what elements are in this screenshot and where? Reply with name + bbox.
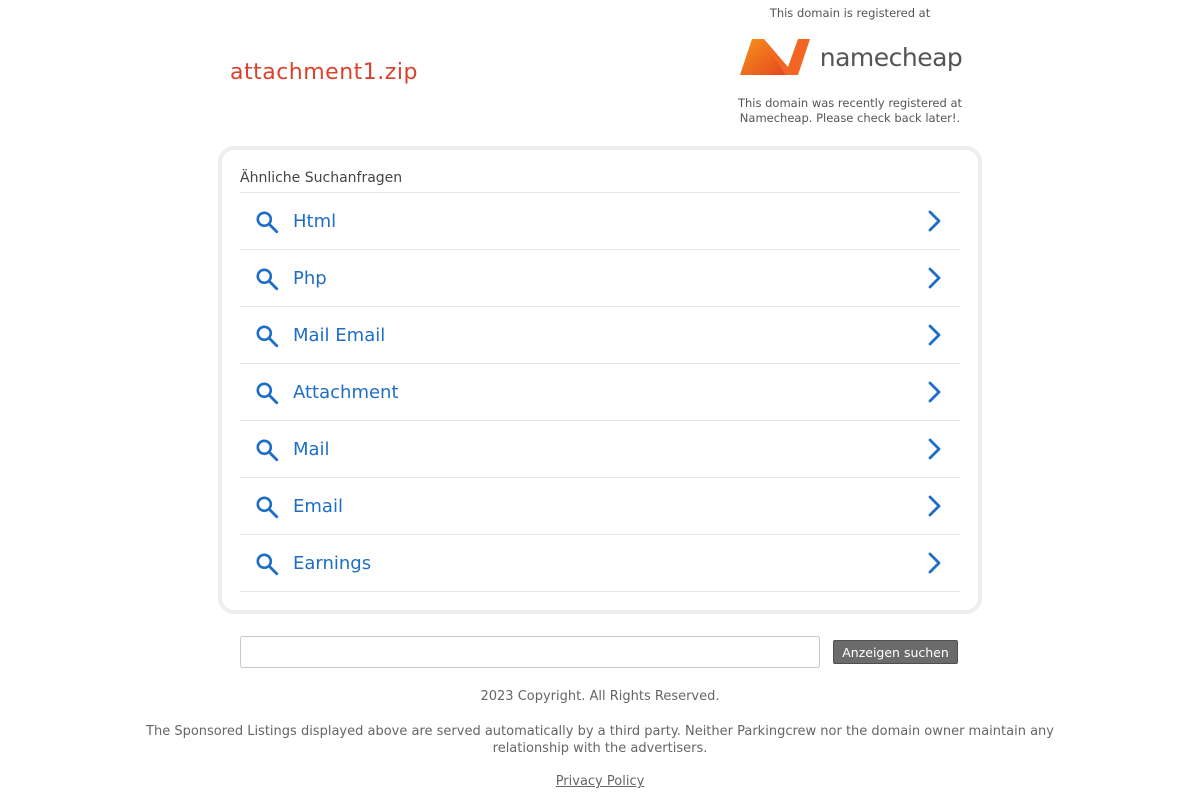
chevron-right-icon: [928, 324, 941, 346]
related-search-label: Mail: [293, 438, 330, 460]
related-search-item[interactable]: Html: [240, 193, 960, 250]
related-search-label: Mail Email: [293, 324, 386, 346]
chevron-right-icon: [928, 210, 941, 232]
privacy-section: Privacy Policy: [0, 774, 1200, 789]
namecheap-logo-icon: [739, 39, 810, 75]
search-icon: [256, 211, 279, 234]
search-ads-button[interactable]: Anzeigen suchen: [833, 640, 958, 664]
search-icon: [256, 268, 279, 291]
privacy-policy-link[interactable]: Privacy Policy: [556, 774, 645, 789]
chevron-right-icon: [928, 552, 941, 574]
search-icon: [256, 553, 279, 576]
search-icon: [256, 382, 279, 405]
search-icon: [256, 439, 279, 462]
chevron-right-icon: [928, 495, 941, 517]
search-input[interactable]: [240, 636, 820, 668]
registrar-block: This domain is registered at namecheap T…: [720, 6, 980, 126]
related-searches-list: Html Php Mail Email Attachment Mail Email Earn…: [240, 192, 960, 592]
chevron-right-icon: [928, 438, 941, 460]
chevron-right-icon: [928, 381, 941, 403]
search-icon: [256, 325, 279, 348]
related-search-item[interactable]: Attachment: [240, 364, 960, 421]
search-icon: [256, 496, 279, 519]
related-search-label: Html: [293, 210, 337, 232]
related-search-item[interactable]: Php: [240, 250, 960, 307]
related-search-item[interactable]: Earnings: [240, 535, 960, 592]
related-search-label: Php: [293, 267, 327, 289]
registrar-bottom-text: This domain was recently registered at N…: [737, 96, 963, 125]
disclaimer-text: The Sponsored Listings displayed above a…: [146, 724, 1054, 756]
related-search-label: Attachment: [293, 381, 399, 403]
related-searches-panel: Ähnliche Suchanfragen Html Php Mail Email A…: [218, 146, 982, 614]
related-search-item[interactable]: Email: [240, 478, 960, 535]
copyright-text: 2023 Copyright. All Rights Reserved.: [480, 689, 720, 704]
domain-title: attachment1.zip: [230, 60, 418, 85]
related-search-item[interactable]: Mail Email: [240, 307, 960, 364]
namecheap-logo[interactable]: namecheap: [720, 26, 980, 88]
related-searches-heading: Ähnliche Suchanfragen: [240, 170, 403, 186]
registrar-top-text: This domain is registered at: [769, 6, 931, 20]
related-search-item[interactable]: Mail: [240, 421, 960, 478]
namecheap-logo-text: namecheap: [819, 42, 963, 72]
related-search-label: Email: [293, 495, 343, 517]
chevron-right-icon: [928, 267, 941, 289]
related-search-label: Earnings: [293, 552, 372, 574]
